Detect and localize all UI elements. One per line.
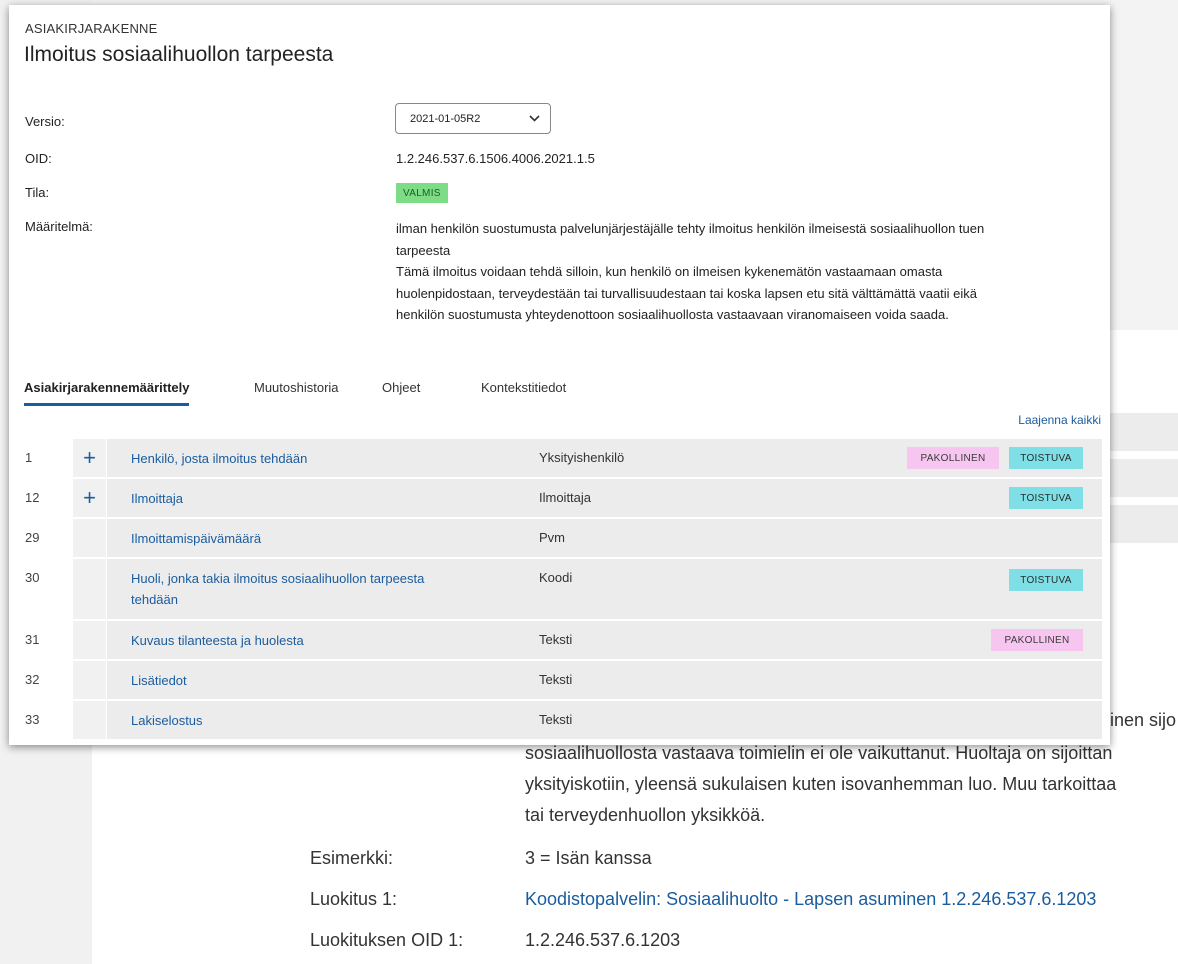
version-select[interactable]: 2021-01-05R2 <box>395 103 551 134</box>
row-type: Pvm <box>539 530 565 545</box>
oid-value: 1.2.246.537.6.1506.4006.2021.1.5 <box>396 151 595 166</box>
row-spacer <box>73 701 106 739</box>
row-cell <box>107 701 1102 739</box>
example-label: Esimerkki: <box>310 848 394 868</box>
status-label: Tila: <box>25 185 50 200</box>
row-name-link[interactable]: Henkilö, josta ilmoitus tehdään <box>131 448 307 469</box>
table-row: 1 + Henkilö, josta ilmoitus tehdään Yksi… <box>9 439 1110 477</box>
classification-oid-label: Luokituksen OID 1: <box>310 930 464 950</box>
table-row: 30 Huoli, jonka takia ilmoitus sosiaalih… <box>9 559 1110 619</box>
repeating-badge: TOISTUVA <box>1009 487 1083 509</box>
row-number: 30 <box>25 570 40 585</box>
row-type: Teksti <box>539 672 573 687</box>
chevron-down-icon <box>529 113 540 125</box>
tab-structure-definition[interactable]: Asiakirjarakennemäärittely <box>24 380 190 406</box>
mandatory-badge: PAKOLLINEN <box>907 447 999 469</box>
background-partial-text: inen sijo <box>1110 710 1177 730</box>
background-row-stub <box>1102 459 1178 497</box>
classification-label: Luokitus 1: <box>310 889 398 909</box>
row-name-link[interactable]: Ilmoittamispäivämäärä <box>131 528 261 549</box>
row-name-link[interactable]: Ilmoittaja <box>131 488 183 509</box>
table-row: 31 Kuvaus tilanteesta ja huolesta Teksti… <box>9 621 1110 659</box>
classification-link[interactable]: Koodistopalvelin: Sosiaalihuolto - Lapse… <box>525 889 1096 910</box>
table-row: 33 Lakiselostus Teksti <box>9 701 1110 739</box>
table-row: 32 Lisätiedot Teksti <box>9 661 1110 699</box>
definition-line: huolenpidostaan, terveydestään tai turva… <box>396 285 978 301</box>
row-spacer <box>73 559 106 619</box>
expand-plus-icon[interactable]: + <box>73 479 106 517</box>
row-number: 32 <box>25 672 40 687</box>
example-value: 3 = Isän kanssa <box>525 848 652 868</box>
row-number: 33 <box>25 712 40 727</box>
row-spacer <box>73 519 106 557</box>
row-spacer <box>73 661 106 699</box>
repeating-badge: TOISTUVA <box>1009 447 1083 469</box>
definition-text: ilman henkilön suostumusta palvelunjärje… <box>396 218 1096 326</box>
expand-all-link[interactable]: Laajenna kaikki <box>1018 413 1101 427</box>
document-structure-card: ASIAKIRJARAKENNE Ilmoitus sosiaalihuollo… <box>9 5 1110 745</box>
background-row-stub <box>1102 505 1178 543</box>
row-number: 29 <box>25 530 40 545</box>
row-name-link[interactable]: Lakiselostus <box>131 710 203 731</box>
row-cell <box>107 661 1102 699</box>
tab-context-info[interactable]: Kontekstitiedot <box>481 380 566 403</box>
row-name-line: tehdään <box>131 592 178 607</box>
row-cell <box>107 479 1102 517</box>
oid-label: OID: <box>25 151 52 166</box>
row-type: Teksti <box>539 712 573 727</box>
background-paragraph-line: sosiaalihuollosta vastaava toimielin ei … <box>525 743 1113 763</box>
classification-oid-value: 1.2.246.537.6.1203 <box>525 930 681 950</box>
row-type: Teksti <box>539 632 573 647</box>
background-paragraph-line: tai terveydenhuollon yksikköä. <box>525 805 766 825</box>
row-name-link[interactable]: Kuvaus tilanteesta ja huolesta <box>131 630 304 651</box>
row-name-link[interactable]: Huoli, jonka takia ilmoitus sosiaalihuol… <box>131 568 424 610</box>
mandatory-badge: PAKOLLINEN <box>991 629 1083 651</box>
definition-line: Tämä ilmoitus voidaan tehdä silloin, kun… <box>396 264 943 279</box>
tab-change-history[interactable]: Muutoshistoria <box>254 380 339 403</box>
row-type: Yksityishenkilö <box>539 450 625 465</box>
background-top-right <box>1110 0 1178 330</box>
background-row-stub <box>1102 413 1178 451</box>
definition-line: tarpeesta <box>396 242 451 258</box>
definition-label: Määritelmä: <box>25 219 93 234</box>
row-type: Koodi <box>539 570 573 585</box>
row-number: 1 <box>25 450 33 465</box>
version-select-value: 2021-01-05R2 <box>410 112 481 125</box>
row-name-line: Huoli, jonka takia ilmoitus sosiaalihuol… <box>131 571 425 586</box>
table-row: 29 Ilmoittamispäivämäärä Pvm <box>9 519 1110 557</box>
row-number: 12 <box>25 490 40 505</box>
page-title: Ilmoitus sosiaalihuollon tarpeesta <box>24 43 334 66</box>
status-badge: VALMIS <box>396 183 448 203</box>
background-paragraph-line: yksityiskotiin, yleensä sukulaisen kuten… <box>525 774 1117 794</box>
row-type: Ilmoittaja <box>539 490 592 505</box>
card-eyebrow: ASIAKIRJARAKENNE <box>25 21 158 36</box>
definition-line: henkilön suostumusta yhteydenottoon sosi… <box>396 307 949 322</box>
definition-line: ilman henkilön suostumusta palvelunjärje… <box>396 221 985 236</box>
row-spacer <box>73 621 106 659</box>
row-number: 31 <box>25 632 40 647</box>
expand-plus-icon[interactable]: + <box>73 439 106 477</box>
repeating-badge: TOISTUVA <box>1009 569 1083 591</box>
version-label: Versio: <box>25 114 65 129</box>
table-row: 12 + Ilmoittaja Ilmoittaja TOISTUVA <box>9 479 1110 517</box>
row-name-link[interactable]: Lisätiedot <box>131 670 187 691</box>
tab-instructions[interactable]: Ohjeet <box>382 380 420 403</box>
